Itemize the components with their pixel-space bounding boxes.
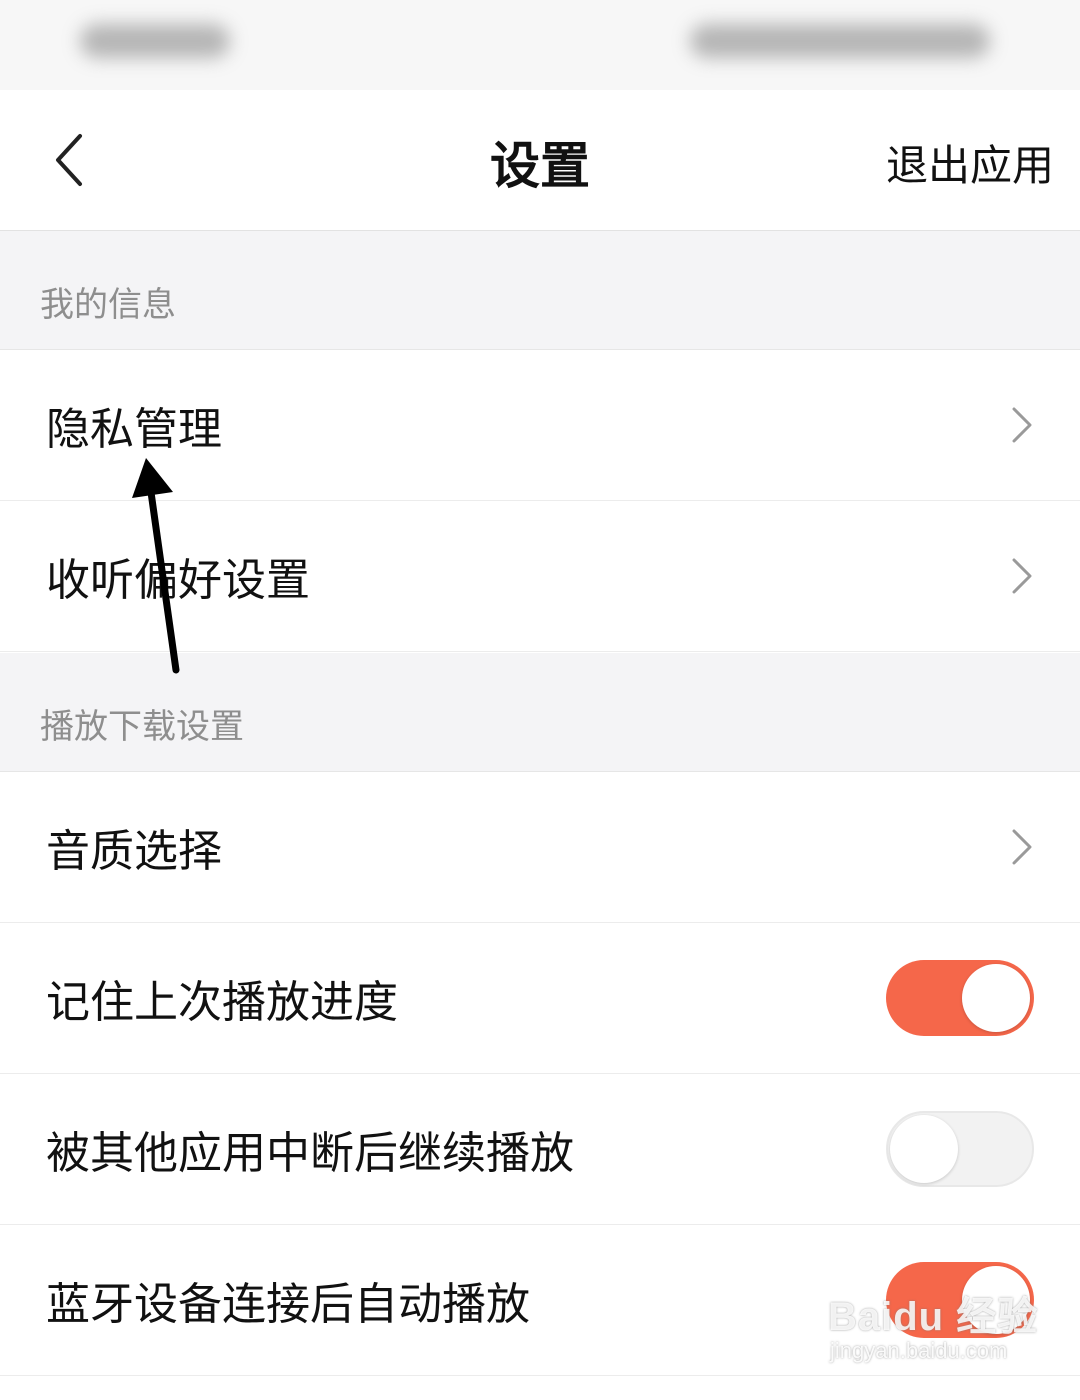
chevron-right-icon: [1012, 829, 1032, 865]
row-label: 被其他应用中断后继续播放: [46, 1128, 574, 1179]
row-audio-quality[interactable]: 音质选择: [0, 772, 1080, 923]
settings-page: 设置 退出应用 我的信息 隐私管理 收听偏好设置 播放下载设置 音质选择 记住上…: [0, 0, 1080, 1400]
bluetooth-autoplay-toggle[interactable]: [886, 1262, 1034, 1338]
toggle-knob: [890, 1115, 958, 1183]
row-resume-after-interruption: 被其他应用中断后继续播放: [0, 1074, 1080, 1225]
chevron-right-icon: [1012, 407, 1032, 443]
row-label: 收听偏好设置: [46, 555, 310, 606]
exit-app-button[interactable]: 退出应用: [886, 132, 1054, 193]
resume-after-interruption-toggle[interactable]: [886, 1111, 1034, 1187]
chevron-right-icon: [1012, 558, 1032, 594]
toggle-knob: [962, 1266, 1030, 1334]
toggle-knob: [962, 964, 1030, 1032]
row-privacy-management[interactable]: 隐私管理: [0, 350, 1080, 501]
status-icons-blur: [690, 24, 990, 58]
navigation-bar: 设置 退出应用: [0, 90, 1080, 231]
row-label: 蓝牙设备连接后自动播放: [46, 1279, 530, 1330]
section-header-label: 播放下载设置: [40, 707, 244, 747]
back-button[interactable]: [30, 120, 110, 200]
row-listening-preferences[interactable]: 收听偏好设置: [0, 501, 1080, 652]
section-header-my-info: 我的信息: [0, 231, 1080, 350]
page-title: 设置: [490, 137, 590, 195]
row-label: 记住上次播放进度: [46, 977, 398, 1028]
remember-progress-toggle[interactable]: [886, 960, 1034, 1036]
row-bluetooth-autoplay: 蓝牙设备连接后自动播放: [0, 1225, 1080, 1376]
section-header-playback-download: 播放下载设置: [0, 653, 1080, 772]
status-bar: [0, 0, 1080, 90]
chevron-left-icon: [56, 134, 82, 186]
row-label: 音质选择: [46, 826, 222, 877]
row-remember-progress: 记住上次播放进度: [0, 923, 1080, 1074]
status-time-blur: [80, 24, 230, 58]
section-header-label: 我的信息: [40, 285, 176, 325]
row-label: 隐私管理: [46, 404, 222, 455]
